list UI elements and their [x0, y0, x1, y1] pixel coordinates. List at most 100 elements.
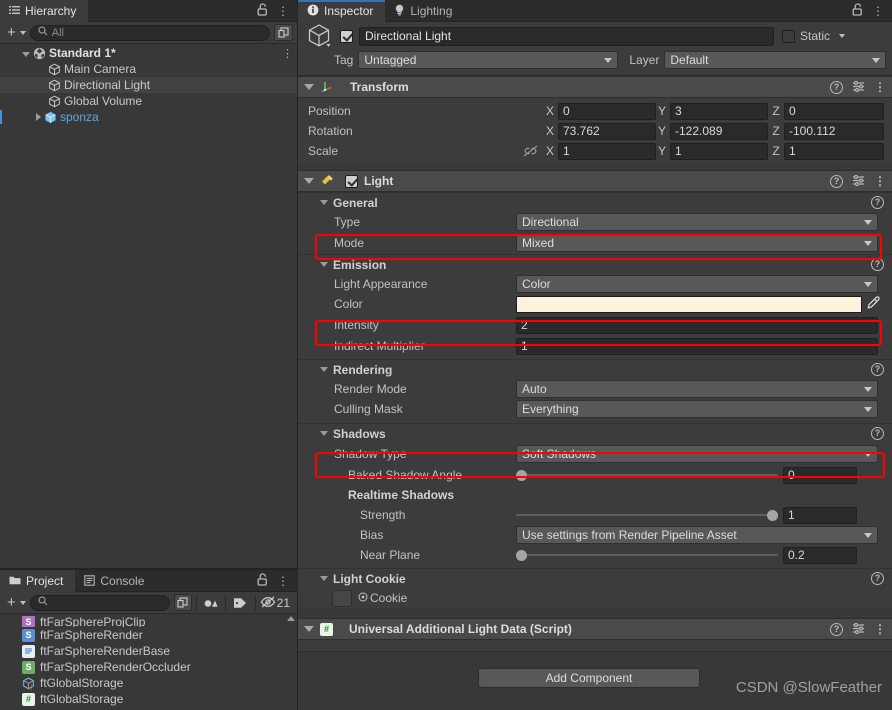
- help-icon[interactable]: ?: [871, 572, 884, 585]
- rotation-x-input[interactable]: 73.762: [558, 122, 656, 140]
- preset-icon[interactable]: [852, 174, 865, 189]
- scale-y-input[interactable]: 1: [670, 142, 768, 160]
- position-x-input[interactable]: 0: [558, 102, 656, 120]
- object-picker-icon[interactable]: [358, 592, 368, 604]
- tab-hierarchy[interactable]: Hierarchy: [0, 0, 89, 22]
- chevron-down-icon[interactable]: [304, 84, 314, 90]
- script-component-header[interactable]: # Universal Additional Light Data (Scrip…: [298, 618, 892, 640]
- kebab-menu-icon[interactable]: ⋮: [282, 47, 293, 60]
- create-asset-button[interactable]: +: [4, 595, 16, 610]
- filter-by-label-icon[interactable]: [230, 597, 251, 609]
- baked-shadow-angle-input[interactable]: 0: [783, 466, 857, 484]
- scale-z-input[interactable]: 1: [784, 142, 884, 160]
- filter-by-type-icon[interactable]: [201, 597, 222, 609]
- tag-dropdown[interactable]: Untagged: [358, 51, 619, 69]
- list-item[interactable]: # ftGlobalStorage: [0, 691, 297, 707]
- chevron-down-icon[interactable]: [839, 34, 846, 38]
- kebab-menu-icon[interactable]: ⋮: [874, 623, 886, 635]
- light-appearance-dropdown[interactable]: Color: [516, 275, 878, 293]
- project-open-in-new-icon[interactable]: [173, 594, 192, 611]
- strength-slider[interactable]: [516, 507, 778, 524]
- constrain-proportions-off-icon[interactable]: [514, 145, 546, 157]
- list-item[interactable]: S ftFarSphereRender: [0, 627, 297, 643]
- chevron-down-icon[interactable]: [304, 178, 314, 184]
- mode-dropdown[interactable]: Mixed: [516, 234, 878, 252]
- chevron-down-icon[interactable]: [19, 600, 26, 605]
- layer-dropdown[interactable]: Default: [664, 51, 886, 69]
- rotation-z-input[interactable]: -100.112: [784, 122, 884, 140]
- list-item[interactable]: {} ftGlobalStorage: [0, 675, 297, 691]
- rotation-y-input[interactable]: -122.089: [670, 122, 768, 140]
- section-light-cookie-header[interactable]: Light Cookie ?: [298, 568, 892, 588]
- render-mode-dropdown[interactable]: Auto: [516, 380, 878, 398]
- chevron-down-icon[interactable]: [320, 367, 328, 372]
- slider-knob[interactable]: [516, 469, 527, 481]
- kebab-menu-icon[interactable]: ⋮: [874, 81, 886, 93]
- list-item[interactable]: S ftLight: [0, 707, 297, 708]
- slider-knob[interactable]: [516, 549, 527, 561]
- culling-mask-dropdown[interactable]: Everything: [516, 400, 878, 418]
- kebab-menu-icon[interactable]: ⋮: [277, 5, 289, 17]
- section-general-header[interactable]: General ?: [298, 192, 892, 212]
- chevron-down-icon[interactable]: [320, 576, 328, 581]
- section-emission-header[interactable]: Emission ?: [298, 254, 892, 274]
- position-y-input[interactable]: 3: [670, 102, 768, 120]
- hidden-assets-toggle[interactable]: 21: [260, 596, 293, 610]
- hierarchy-item-directional-light[interactable]: Directional Light: [0, 77, 297, 93]
- chevron-down-icon[interactable]: [320, 431, 328, 436]
- preset-icon[interactable]: [852, 80, 865, 95]
- slider-knob[interactable]: [767, 509, 778, 521]
- tab-lighting[interactable]: Lighting: [385, 0, 464, 22]
- lock-open-icon[interactable]: [852, 3, 863, 18]
- list-item[interactable]: S ftFarSphereProjClip: [0, 616, 297, 627]
- baked-shadow-angle-slider[interactable]: [516, 467, 778, 484]
- add-component-button[interactable]: Add Component: [478, 668, 700, 688]
- lock-open-icon[interactable]: [257, 3, 268, 18]
- cookie-thumbnail[interactable]: [332, 589, 352, 607]
- tab-console[interactable]: Console: [75, 570, 156, 592]
- chevron-down-icon[interactable]: [320, 262, 328, 267]
- kebab-menu-icon[interactable]: ⋮: [874, 175, 886, 187]
- chevron-right-icon[interactable]: [36, 113, 41, 121]
- list-item[interactable]: ftFarSphereRenderBase: [0, 643, 297, 659]
- preset-icon[interactable]: [852, 622, 865, 637]
- list-item[interactable]: S ftFarSphereRenderOccluder: [0, 659, 297, 675]
- kebab-menu-icon[interactable]: ⋮: [872, 5, 884, 17]
- hierarchy-scene-row[interactable]: Standard 1* ⋮: [0, 45, 297, 61]
- scale-x-input[interactable]: 1: [558, 142, 656, 160]
- strength-input[interactable]: 1: [783, 506, 857, 524]
- help-icon[interactable]: ?: [871, 196, 884, 209]
- project-scrollbar[interactable]: [286, 616, 295, 706]
- section-shadows-header[interactable]: Shadows ?: [298, 423, 892, 443]
- transform-component-header[interactable]: Transform ? ⋮: [298, 76, 892, 98]
- chevron-down-icon[interactable]: [22, 51, 30, 57]
- light-component-header[interactable]: Light ? ⋮: [298, 170, 892, 192]
- gameobject-enabled-checkbox[interactable]: [340, 29, 353, 43]
- bias-dropdown[interactable]: Use settings from Render Pipeline Asset: [516, 526, 878, 544]
- help-icon[interactable]: ?: [830, 622, 843, 636]
- shadow-type-dropdown[interactable]: Soft Shadows: [516, 445, 878, 463]
- project-file-list[interactable]: S ftFarSphereProjClip S ftFarSphereRende…: [0, 614, 297, 708]
- create-object-button[interactable]: +: [4, 25, 16, 40]
- project-search-input[interactable]: [29, 594, 170, 611]
- help-icon[interactable]: ?: [830, 174, 843, 188]
- hierarchy-open-in-new-icon[interactable]: [274, 24, 293, 41]
- lock-open-icon[interactable]: [257, 573, 268, 588]
- type-dropdown[interactable]: Directional: [516, 213, 878, 231]
- indirect-multiplier-input[interactable]: 1: [516, 337, 878, 355]
- tab-project[interactable]: Project: [0, 570, 76, 592]
- help-icon[interactable]: ?: [830, 80, 843, 94]
- gameobject-name-input[interactable]: Directional Light: [359, 26, 774, 46]
- scroll-up-arrow-icon[interactable]: [286, 616, 295, 621]
- hierarchy-item-sponza[interactable]: sponza: [0, 109, 297, 125]
- light-color-swatch[interactable]: [516, 295, 862, 313]
- hierarchy-item-main-camera[interactable]: Main Camera: [0, 61, 297, 77]
- light-enabled-checkbox[interactable]: [345, 174, 358, 188]
- chevron-down-icon[interactable]: [19, 30, 26, 35]
- help-icon[interactable]: ?: [871, 363, 884, 376]
- hierarchy-search-input[interactable]: All: [29, 24, 270, 41]
- eyedropper-icon[interactable]: [862, 296, 884, 312]
- kebab-menu-icon[interactable]: ⋮: [277, 575, 289, 587]
- near-plane-slider[interactable]: [516, 547, 778, 564]
- chevron-down-icon[interactable]: [320, 200, 328, 205]
